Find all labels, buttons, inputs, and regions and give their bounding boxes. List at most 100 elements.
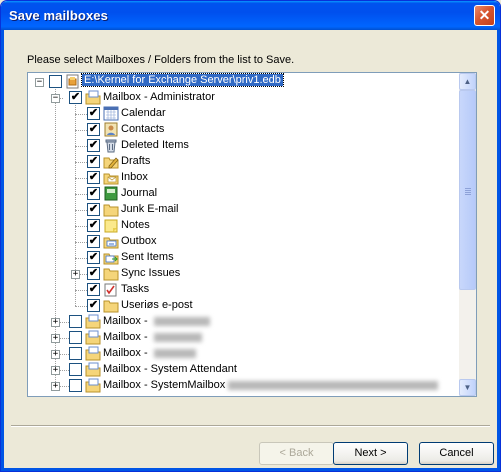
tree-connector bbox=[75, 130, 87, 131]
mailbox-icon bbox=[85, 314, 101, 329]
redacted-name bbox=[153, 348, 196, 358]
tree-node-folder[interactable]: ✔ Tasks bbox=[28, 282, 460, 298]
folder-checkbox[interactable]: ✔ bbox=[87, 235, 100, 248]
expand-toggle[interactable]: + bbox=[51, 366, 60, 375]
collapse-toggle[interactable]: − bbox=[35, 78, 44, 87]
folder-checkbox[interactable]: ✔ bbox=[87, 283, 100, 296]
next-button[interactable]: Next > bbox=[333, 442, 408, 465]
calendar-icon bbox=[103, 106, 119, 121]
mailbox-checkbox[interactable] bbox=[69, 363, 82, 376]
folder-checkbox[interactable]: ✔ bbox=[87, 299, 100, 312]
tree-node-root[interactable]: − E:\Kernel for Exchange Server\priv1.ed… bbox=[28, 73, 460, 90]
tree-node-mailbox-administrator[interactable]: − ✔ Mailbox - Administrator bbox=[28, 90, 460, 106]
scroll-up-button[interactable]: ▲ bbox=[459, 73, 476, 90]
folder-checkbox[interactable]: ✔ bbox=[87, 107, 100, 120]
root-checkbox[interactable] bbox=[49, 75, 62, 88]
folder-checkbox[interactable]: ✔ bbox=[87, 219, 100, 232]
mailbox-label: Mailbox - System Attendant bbox=[103, 363, 237, 375]
close-button[interactable]: ✕ bbox=[474, 5, 495, 26]
instruction-label: Please select Mailboxes / Folders from t… bbox=[27, 54, 295, 66]
folder-label: Outbox bbox=[121, 235, 157, 247]
footer-separator bbox=[11, 425, 490, 427]
folder-label: Journal bbox=[121, 187, 158, 199]
journal-icon bbox=[104, 186, 118, 201]
tree-node-folder[interactable]: ✔ Calendar bbox=[28, 106, 460, 122]
mailbox-icon bbox=[85, 346, 101, 361]
sent-items-icon bbox=[103, 253, 119, 265]
mailbox-label: Mailbox - bbox=[103, 331, 151, 343]
folder-checkbox[interactable]: ✔ bbox=[87, 251, 100, 264]
tree-node-folder[interactable]: ✔ Useriøs e-post bbox=[28, 298, 460, 314]
mailbox-label: Mailbox - Administrator bbox=[103, 91, 215, 103]
folder-checkbox[interactable]: ✔ bbox=[87, 123, 100, 136]
expand-toggle[interactable]: + bbox=[51, 318, 60, 327]
tree-node-folder[interactable]: ✔ Notes bbox=[28, 218, 460, 234]
window-border-right bbox=[497, 30, 500, 471]
tree-connector bbox=[75, 162, 87, 163]
mailbox-checkbox[interactable] bbox=[69, 315, 82, 328]
expand-toggle[interactable]: + bbox=[51, 350, 60, 359]
expand-toggle[interactable]: + bbox=[51, 382, 60, 391]
thumb-grip bbox=[465, 188, 471, 189]
folder-label: Inbox bbox=[121, 171, 148, 183]
inbox-icon bbox=[103, 173, 119, 185]
mailbox-icon bbox=[85, 90, 101, 105]
mailbox-label: Mailbox - bbox=[103, 347, 151, 359]
mailbox-checkbox[interactable] bbox=[69, 347, 82, 360]
mailbox-checkbox[interactable] bbox=[69, 331, 82, 344]
folder-icon bbox=[103, 300, 119, 313]
scroll-down-button[interactable]: ▼ bbox=[459, 379, 476, 396]
tree-node-folder[interactable]: ✔ Sent Items bbox=[28, 250, 460, 266]
tree-node-folder[interactable]: ✔ Contacts bbox=[28, 122, 460, 138]
expand-toggle[interactable]: + bbox=[71, 270, 80, 279]
thumb-grip bbox=[465, 192, 471, 193]
folder-checkbox[interactable]: ✔ bbox=[87, 155, 100, 168]
redacted-name bbox=[153, 316, 210, 326]
folder-label: Drafts bbox=[121, 155, 151, 167]
folder-checkbox[interactable]: ✔ bbox=[87, 203, 100, 216]
tree-node-mailbox[interactable]: + Mailbox - System Attendant bbox=[28, 362, 460, 378]
tree-node-folder[interactable]: ✔ Drafts bbox=[28, 154, 460, 170]
drafts-icon bbox=[103, 157, 119, 169]
mailbox-checkbox[interactable] bbox=[69, 379, 82, 392]
tree-connector bbox=[75, 306, 87, 307]
tasks-icon bbox=[104, 283, 117, 297]
folder-checkbox[interactable]: ✔ bbox=[87, 267, 100, 280]
mailbox-icon bbox=[85, 362, 101, 377]
save-mailboxes-dialog: Save mailboxes ✕ Please select Mailboxes… bbox=[0, 0, 501, 472]
tree-node-folder[interactable]: ✔ Outbox bbox=[28, 234, 460, 250]
scroll-thumb[interactable] bbox=[459, 90, 476, 290]
redacted-name bbox=[228, 380, 439, 390]
tree-node-folder[interactable]: + ✔ Sync Issues bbox=[28, 266, 460, 282]
window-border-left bbox=[1, 30, 4, 471]
folder-checkbox[interactable]: ✔ bbox=[87, 139, 100, 152]
folder-label: Deleted Items bbox=[121, 139, 189, 151]
title-bar[interactable]: Save mailboxes ✕ bbox=[1, 1, 500, 30]
tree-node-mailbox[interactable]: + Mailbox - bbox=[28, 314, 460, 330]
vertical-scrollbar[interactable]: ▲ ▼ bbox=[459, 73, 476, 396]
mailbox-tree[interactable]: − E:\Kernel for Exchange Server\priv1.ed… bbox=[27, 72, 477, 397]
tree-node-folder[interactable]: ✔ Inbox bbox=[28, 170, 460, 186]
tree-connector bbox=[75, 146, 87, 147]
tree-node-mailbox[interactable]: + Mailbox - bbox=[28, 346, 460, 362]
collapse-toggle[interactable]: − bbox=[51, 94, 60, 103]
folder-label: Contacts bbox=[121, 123, 165, 135]
tree-connector bbox=[75, 290, 87, 291]
tree-node-mailbox[interactable]: + Mailbox - SystemMailbox bbox=[28, 378, 460, 394]
mailbox-checkbox[interactable]: ✔ bbox=[69, 91, 82, 104]
database-file-icon bbox=[66, 74, 79, 89]
tree-node-folder[interactable]: ✔ Deleted Items bbox=[28, 138, 460, 154]
expand-toggle[interactable]: + bbox=[51, 334, 60, 343]
tree-node-folder[interactable]: ✔ Junk E-mail bbox=[28, 202, 460, 218]
folder-label: Sent Items bbox=[121, 251, 174, 263]
back-button[interactable]: < Back bbox=[259, 442, 334, 465]
tree-node-mailbox[interactable]: + Mailbox - bbox=[28, 330, 460, 346]
tree-node-folder[interactable]: ✔ Journal bbox=[28, 186, 460, 202]
folder-label: Junk E-mail bbox=[121, 203, 179, 215]
folder-checkbox[interactable]: ✔ bbox=[87, 187, 100, 200]
mailbox-icon bbox=[85, 330, 101, 345]
window-border-bottom bbox=[1, 468, 500, 471]
folder-checkbox[interactable]: ✔ bbox=[87, 171, 100, 184]
contacts-icon bbox=[104, 122, 118, 137]
cancel-button[interactable]: Cancel bbox=[419, 442, 494, 465]
